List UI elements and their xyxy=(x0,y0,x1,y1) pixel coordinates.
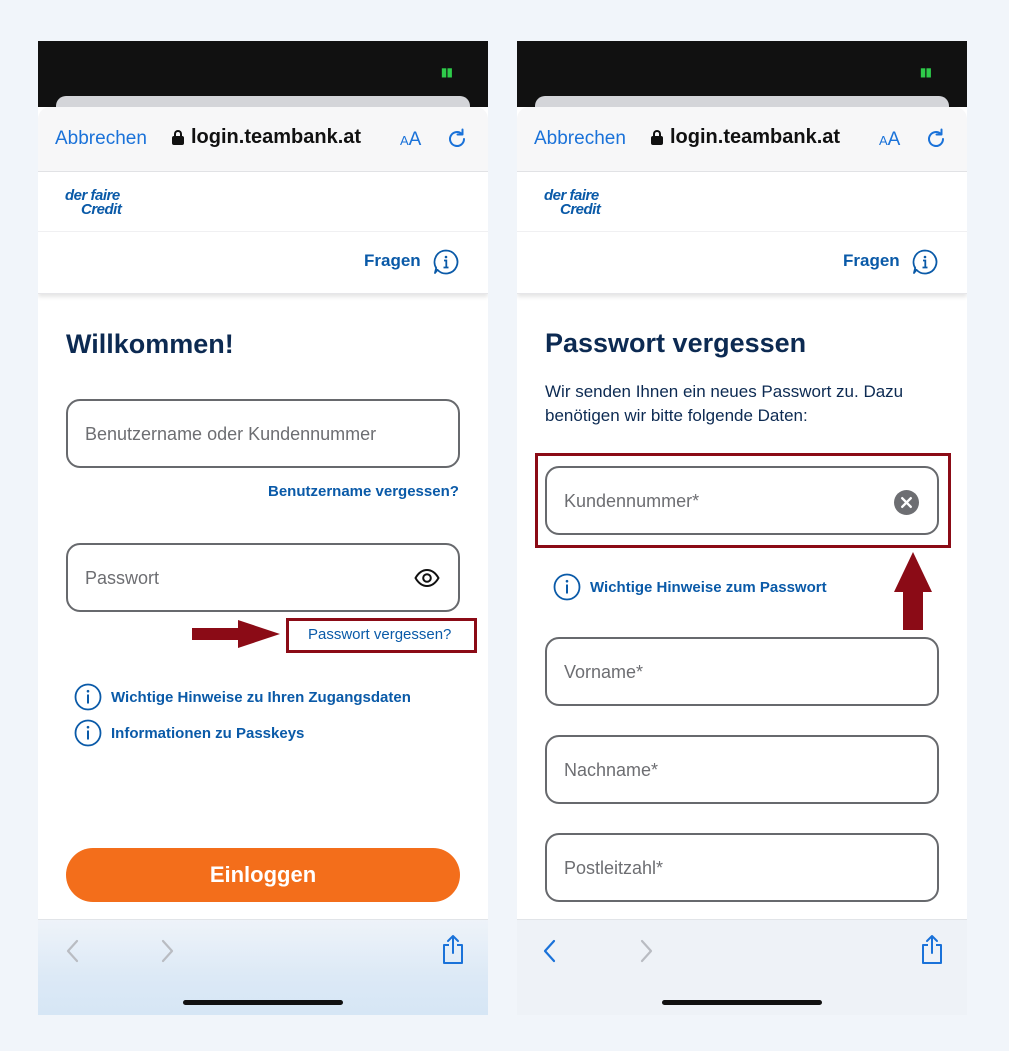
help-header: Fragen xyxy=(517,232,967,294)
info-link-passkeys[interactable]: Informationen zu Passkeys xyxy=(74,719,304,747)
brand-logo[interactable]: der faire Credit xyxy=(544,188,601,217)
lock-icon xyxy=(651,130,663,145)
share-icon[interactable] xyxy=(440,934,466,966)
customer-number-input[interactable]: Kundennummer* xyxy=(545,466,939,535)
brand-logo[interactable]: der faire Credit xyxy=(65,188,122,217)
info-link-label: Wichtige Hinweise zum Passwort xyxy=(590,578,827,596)
show-password-icon[interactable] xyxy=(414,567,440,589)
username-placeholder: Benutzername oder Kundennummer xyxy=(85,424,377,444)
info-icon xyxy=(74,683,102,711)
annotation-arrow-up-icon xyxy=(894,552,932,630)
info-link-access-data[interactable]: Wichtige Hinweise zu Ihren Zugangsdaten xyxy=(74,683,411,711)
forgot-username-link[interactable]: Benutzername vergessen? xyxy=(268,483,459,500)
last-name-input[interactable]: Nachname* xyxy=(545,735,939,804)
annotation-arrow-right-icon xyxy=(192,620,280,648)
help-link[interactable]: Fragen xyxy=(364,251,421,271)
password-input[interactable]: Passwort xyxy=(66,543,460,612)
forward-icon[interactable] xyxy=(635,936,657,966)
clear-input-icon[interactable] xyxy=(894,490,919,515)
forgot-password-link[interactable]: Passwort vergessen? xyxy=(308,626,451,643)
home-indicator xyxy=(662,1000,822,1005)
battery-icon: ▮▮ xyxy=(440,65,453,79)
info-link-label: Informationen zu Passkeys xyxy=(111,724,305,742)
url-display[interactable]: login.teambank.at xyxy=(172,126,361,149)
info-icon xyxy=(553,573,581,601)
logo-strip: der faire Credit xyxy=(38,172,488,232)
username-input[interactable]: Benutzername oder Kundennummer xyxy=(66,399,460,468)
first-name-input[interactable]: Vorname* xyxy=(545,637,939,706)
reset-password-screen-phone: ▮▮ Abbrechen login.teambank.at AA der fa… xyxy=(517,41,967,1015)
password-placeholder: Passwort xyxy=(85,568,160,588)
browser-toolbar: Abbrechen login.teambank.at AA xyxy=(38,107,488,172)
cancel-button[interactable]: Abbrechen xyxy=(534,128,626,150)
info-link-label: Wichtige Hinweise zu Ihren Zugangsdaten xyxy=(111,688,411,706)
first-name-placeholder: Vorname* xyxy=(564,662,644,682)
postal-code-placeholder: Postleitzahl* xyxy=(564,858,664,878)
logo-strip: der faire Credit xyxy=(517,172,967,232)
password-hint-link[interactable]: Wichtige Hinweise zum Passwort xyxy=(553,573,827,601)
cancel-button[interactable]: Abbrechen xyxy=(55,128,147,150)
reload-icon[interactable] xyxy=(924,127,948,151)
url-text: login.teambank.at xyxy=(670,126,841,148)
url-display[interactable]: login.teambank.at xyxy=(651,126,840,149)
info-chat-icon[interactable] xyxy=(432,248,460,276)
back-icon[interactable] xyxy=(62,936,84,966)
back-icon[interactable] xyxy=(539,936,561,966)
forward-icon[interactable] xyxy=(156,936,178,966)
info-icon xyxy=(74,719,102,747)
help-link[interactable]: Fragen xyxy=(843,251,900,271)
login-button[interactable]: Einloggen xyxy=(66,848,460,902)
page-title: Willkommen! xyxy=(66,329,234,359)
browser-toolbar: Abbrechen login.teambank.at AA xyxy=(517,107,967,172)
lock-icon xyxy=(172,130,184,145)
last-name-placeholder: Nachname* xyxy=(564,760,659,780)
home-indicator xyxy=(183,1000,343,1005)
info-chat-icon[interactable] xyxy=(911,248,939,276)
share-icon[interactable] xyxy=(919,934,945,966)
page-title: Passwort vergessen xyxy=(545,328,807,358)
login-screen-phone: ▮▮ Abbrechen login.teambank.at AA der fa… xyxy=(38,41,488,1015)
customer-number-placeholder: Kundennummer* xyxy=(564,491,700,511)
text-size-button[interactable]: AA xyxy=(400,129,421,151)
browser-bottom-bar xyxy=(38,919,488,1015)
battery-icon: ▮▮ xyxy=(919,65,932,79)
help-header: Fragen xyxy=(38,232,488,294)
postal-code-input[interactable]: Postleitzahl* xyxy=(545,833,939,902)
page-description: Wir senden Ihnen ein neues Passwort zu. … xyxy=(545,382,904,425)
browser-bottom-bar xyxy=(517,919,967,1015)
text-size-button[interactable]: AA xyxy=(879,129,900,151)
reload-icon[interactable] xyxy=(445,127,469,151)
url-text: login.teambank.at xyxy=(191,126,362,148)
